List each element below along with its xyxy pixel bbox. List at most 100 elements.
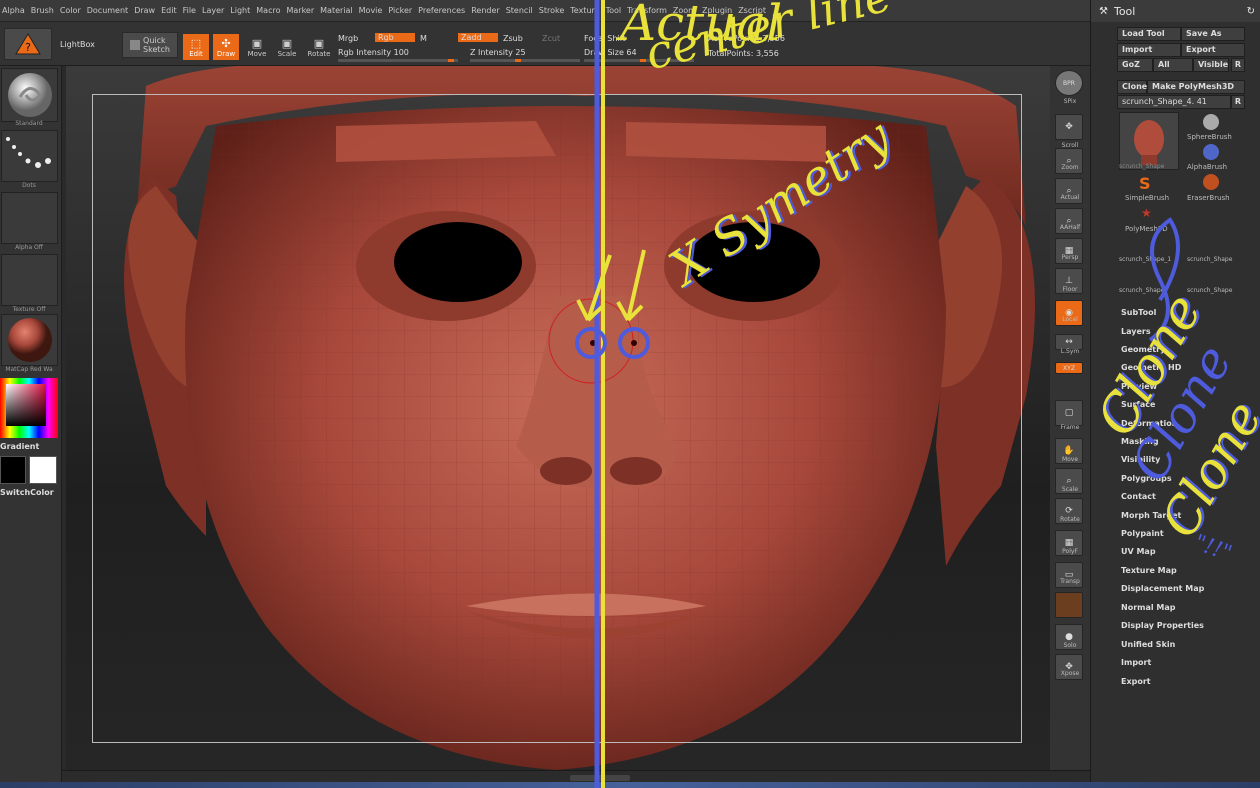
simplebrush-thumb[interactable]: S (1139, 174, 1151, 193)
menu-document[interactable]: Document (87, 6, 134, 15)
make-polymesh-button[interactable]: Make PolyMesh3D (1147, 80, 1245, 94)
subpalette-unified-skin[interactable]: Unified Skin (1121, 640, 1175, 649)
zsub-toggle[interactable]: Zsub (503, 34, 523, 43)
secondary-color-swatch[interactable] (29, 456, 57, 484)
z-intensity-track[interactable] (470, 59, 580, 62)
scale-view-icon: ⌕ (1066, 476, 1072, 486)
current-tool-thumbnail[interactable] (1119, 112, 1179, 170)
subpalette-display-properties[interactable]: Display Properties (1121, 621, 1204, 630)
menu-preferences[interactable]: Preferences (418, 6, 471, 15)
edit-label: Edit (189, 49, 203, 58)
rgb-toggle[interactable]: Rgb (375, 33, 415, 42)
subpalette-uv-map[interactable]: UV Map (1121, 547, 1156, 556)
color-picker[interactable] (0, 378, 58, 438)
zadd-toggle[interactable]: Zadd (458, 33, 498, 42)
rgb-intensity-knob[interactable] (448, 59, 454, 62)
gradient-label[interactable]: Gradient (0, 442, 39, 451)
menu-edit[interactable]: Edit (161, 6, 183, 15)
scale-button[interactable]: ▣ Scale (274, 34, 300, 60)
m-toggle[interactable]: M (420, 34, 427, 43)
bpr-button[interactable]: BPR (1055, 70, 1083, 96)
clone-button[interactable]: Clone (1117, 80, 1147, 94)
menu-layer[interactable]: Layer (202, 6, 230, 15)
subpalette-contact[interactable]: Contact (1121, 492, 1156, 501)
rgb-intensity-slider[interactable]: Rgb Intensity 100 (338, 48, 409, 57)
color-picker-square[interactable] (6, 384, 46, 426)
menu-light[interactable]: Light (230, 6, 256, 15)
subpalette-normal-map[interactable]: Normal Map (1121, 603, 1175, 612)
draw-size-knob[interactable] (640, 59, 646, 62)
document-canvas[interactable] (66, 66, 1050, 770)
import-button[interactable]: Import (1117, 43, 1181, 57)
brush-selector[interactable] (1, 68, 58, 122)
subpalette-import[interactable]: Import (1121, 658, 1151, 667)
home-page-button[interactable]: ? (4, 28, 52, 60)
spix-slider[interactable]: SPix (1050, 98, 1090, 105)
menu-brush[interactable]: Brush (31, 6, 60, 15)
load-tool-button[interactable]: Load Tool (1117, 27, 1181, 41)
edit-button[interactable]: ⬚ Edit (183, 34, 209, 60)
texture-selector[interactable] (1, 254, 58, 306)
menu-draw[interactable]: Draw (134, 6, 161, 15)
subpalette-texture-map[interactable]: Texture Map (1121, 566, 1177, 575)
brush-label: Standard (15, 120, 43, 127)
eraserbrush-thumb[interactable] (1201, 172, 1221, 196)
move-button[interactable]: ▣ Move (244, 34, 270, 60)
menu-texture[interactable]: Texture (570, 6, 605, 15)
menu-macro[interactable]: Macro (256, 6, 286, 15)
alpha-selector[interactable] (1, 192, 58, 244)
save-as-button[interactable]: Save As (1181, 27, 1245, 41)
goz-button[interactable]: GoZ (1117, 58, 1153, 72)
thumb-label-2: AlphaBrush (1187, 163, 1228, 171)
menu-stroke[interactable]: Stroke (539, 6, 571, 15)
lsym-icon: ↔ (1065, 337, 1073, 347)
subpalette-polypaint[interactable]: Polypaint (1121, 529, 1164, 538)
goz-r-button[interactable]: R (1231, 58, 1245, 72)
frame-button[interactable]: ▢ (1055, 400, 1083, 426)
top-shelf: ? LightBox Quick Sketch ⬚ Edit ✣ Draw ▣ Mov… (0, 22, 1090, 66)
menu-picker[interactable]: Picker (388, 6, 418, 15)
current-tool-slider[interactable]: scrunch_Shape_4. 41 (1117, 95, 1231, 109)
visible-button[interactable]: Visible (1193, 58, 1229, 72)
all-button[interactable]: All (1153, 58, 1193, 72)
rotate-button[interactable]: ▣ Rotate (305, 34, 333, 60)
current-tool-r-button[interactable]: R (1231, 95, 1245, 109)
eraser-icon (1203, 174, 1219, 190)
menu-movie[interactable]: Movie (359, 6, 389, 15)
menu-stencil[interactable]: Stencil (506, 6, 539, 15)
tool-panel-title: Tool (1113, 4, 1136, 18)
ghost-button[interactable] (1055, 592, 1083, 618)
rgb-intensity-track[interactable] (338, 59, 458, 62)
stroke-selector[interactable] (1, 130, 58, 182)
edit-icon: ⬚ (190, 36, 202, 50)
material-selector[interactable] (1, 314, 58, 366)
subpalette-displacement-map[interactable]: Displacement Map (1121, 584, 1204, 593)
primary-color-swatch[interactable] (0, 456, 26, 484)
mrgb-toggle[interactable]: Mrgb (338, 34, 358, 43)
zoom-label: Zoom (1061, 164, 1079, 171)
menu-color[interactable]: Color (60, 6, 87, 15)
menu-render[interactable]: Render (471, 6, 505, 15)
xyz-button[interactable]: XYZ (1055, 362, 1083, 374)
z-intensity-knob[interactable] (515, 59, 521, 62)
lightbox-button[interactable]: LightBox (60, 40, 95, 49)
menu-material[interactable]: Material (320, 6, 359, 15)
polymesh-thumb[interactable]: ★ (1141, 206, 1152, 220)
menu-file[interactable]: File (183, 6, 202, 15)
refresh-icon[interactable]: ↻ (1247, 6, 1255, 17)
subpalette-export[interactable]: Export (1121, 677, 1151, 686)
draw-button[interactable]: ✣ Draw (213, 34, 239, 60)
thumb-label-0: scrunch_Shape (1119, 163, 1165, 170)
bottom-tray-handle[interactable] (570, 775, 630, 781)
wrench-icon: ⚒ (1099, 5, 1108, 17)
menu-marker[interactable]: Marker (286, 6, 320, 15)
lsym-label: L.Sym (1060, 348, 1080, 355)
export-button[interactable]: Export (1181, 43, 1245, 57)
switchcolor-button[interactable]: SwitchColor (0, 488, 54, 497)
matcap-sphere-icon (7, 318, 52, 362)
scroll-button[interactable]: ✥ (1055, 114, 1083, 140)
zcut-toggle[interactable]: Zcut (542, 34, 560, 43)
z-intensity-slider[interactable]: Z Intensity 25 (470, 48, 526, 57)
quick-sketch-button[interactable]: Quick Sketch (122, 32, 178, 58)
menu-alpha[interactable]: Alpha (2, 6, 31, 15)
